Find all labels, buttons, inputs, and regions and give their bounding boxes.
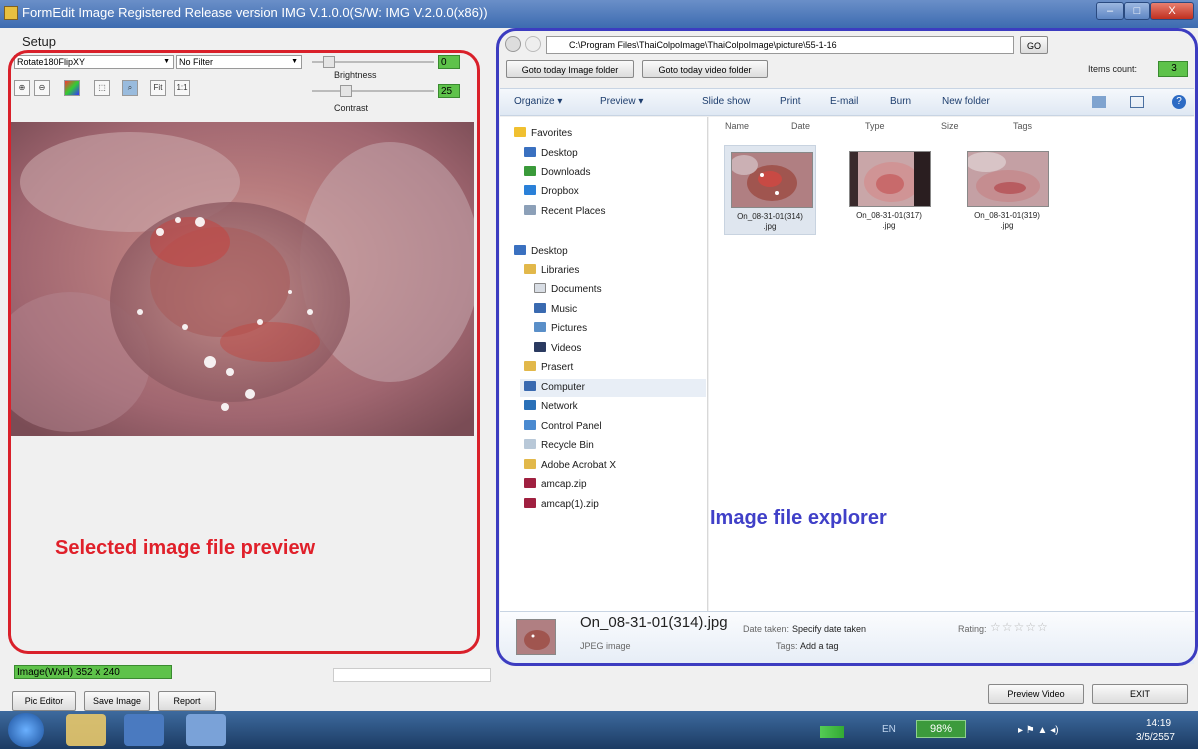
word-taskbar-icon[interactable] bbox=[124, 714, 164, 746]
preview-annotation-label: Selected image file preview bbox=[55, 537, 316, 559]
signal-icon[interactable] bbox=[820, 726, 844, 738]
clock-date[interactable]: 3/5/2557 bbox=[1136, 732, 1175, 743]
window-title: FormEdit Image Registered Release versio… bbox=[22, 5, 488, 20]
language-indicator[interactable]: EN bbox=[882, 724, 896, 735]
explorer-annotation-frame bbox=[496, 28, 1198, 666]
tray-icons[interactable]: ▸ ⚑ ▲ ◂) bbox=[1018, 725, 1108, 736]
image-size-status: Image(WxH) 352 x 240 bbox=[14, 665, 172, 679]
app-icon bbox=[4, 6, 18, 20]
exit-button[interactable]: EXIT bbox=[1092, 684, 1188, 704]
menu-setup[interactable]: Setup bbox=[22, 34, 56, 49]
app-taskbar-icon[interactable] bbox=[186, 714, 226, 746]
minimize-button[interactable]: – bbox=[1096, 2, 1124, 20]
battery-indicator[interactable]: 98% bbox=[916, 720, 966, 738]
save-image-button[interactable]: Save Image bbox=[84, 691, 150, 711]
status-field bbox=[333, 668, 491, 682]
pic-editor-button[interactable]: Pic Editor bbox=[12, 691, 76, 711]
close-button[interactable]: X bbox=[1150, 2, 1194, 20]
explorer-annotation-label: Image file explorer bbox=[710, 507, 887, 529]
start-button-icon[interactable] bbox=[8, 713, 44, 747]
explorer-taskbar-icon[interactable] bbox=[66, 714, 106, 746]
preview-video-button[interactable]: Preview Video bbox=[988, 684, 1084, 704]
clock-time[interactable]: 14:19 bbox=[1146, 718, 1171, 729]
report-button[interactable]: Report bbox=[158, 691, 216, 711]
maximize-button[interactable]: □ bbox=[1124, 2, 1150, 20]
preview-annotation-frame bbox=[8, 50, 480, 654]
